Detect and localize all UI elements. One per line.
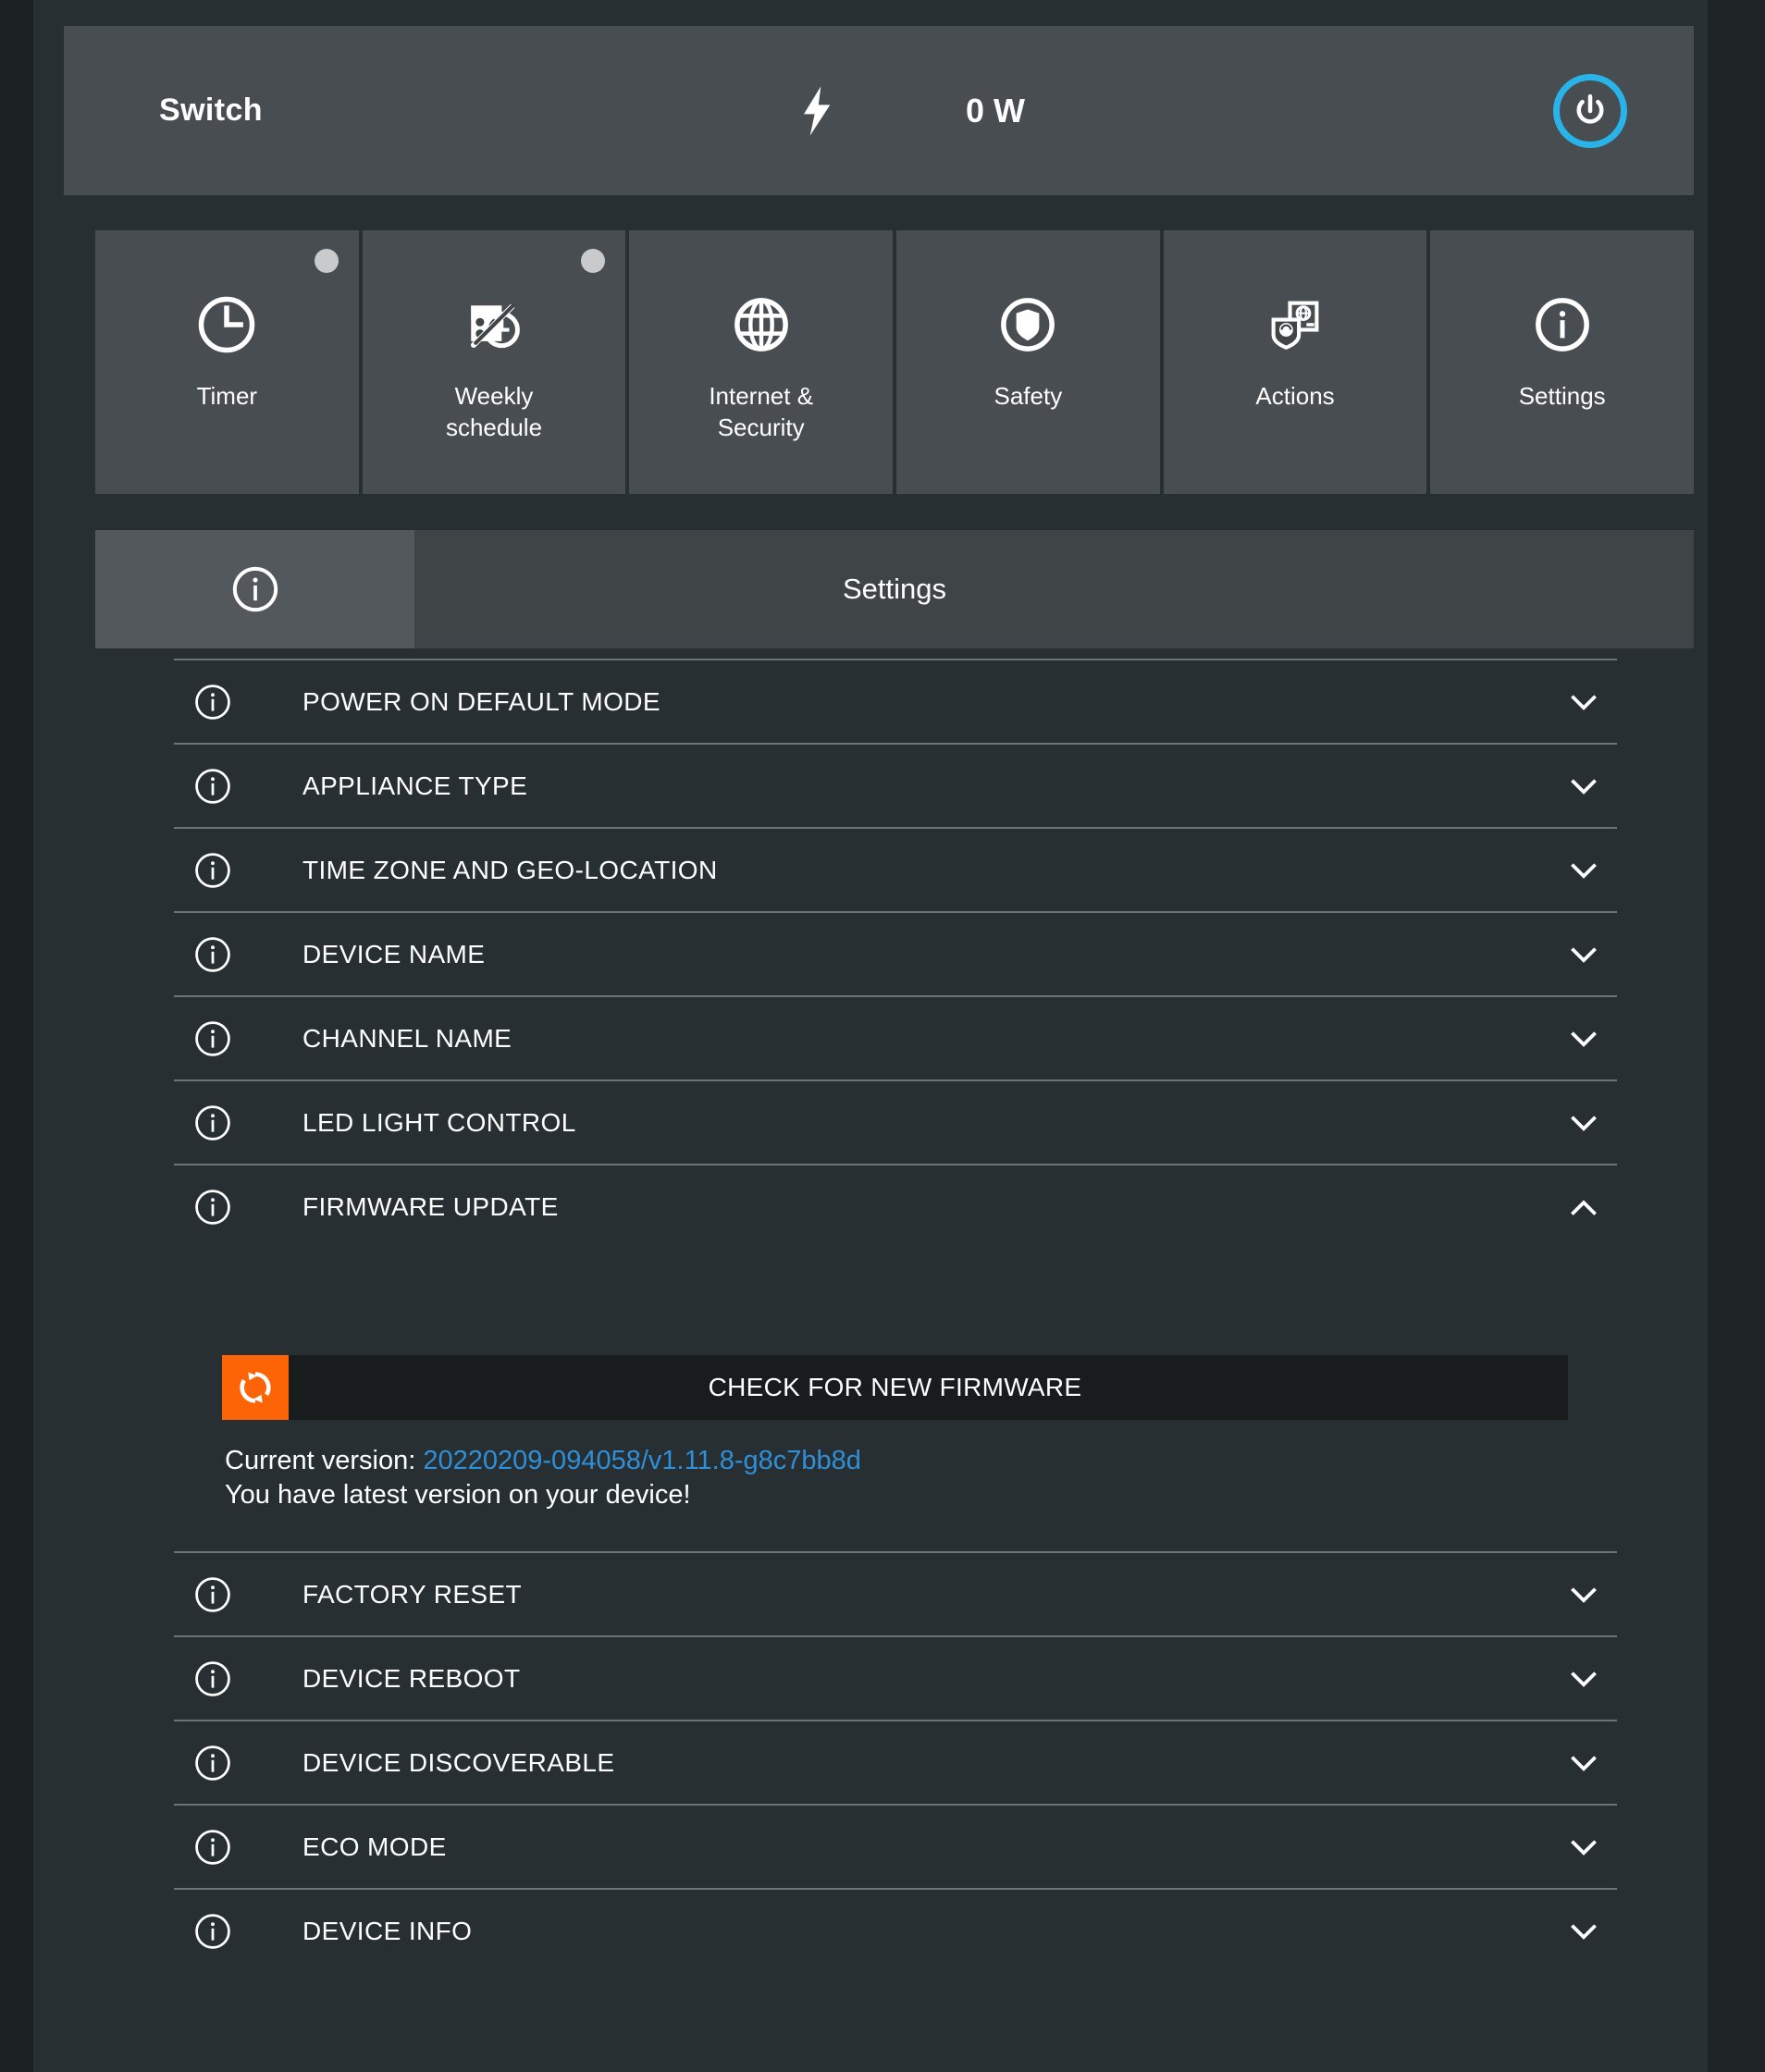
power-consumption-value: 0 W	[966, 91, 1026, 130]
settings-row-device-name[interactable]: DEVICE NAME	[174, 911, 1617, 995]
chevron-down-icon[interactable]	[1563, 1911, 1604, 1952]
tab-safety-label: Safety	[994, 382, 1063, 410]
power-icon	[1576, 93, 1604, 124]
right-gutter	[1708, 0, 1765, 2072]
info-icon	[174, 1018, 252, 1059]
tab-weekly-schedule[interactable]: Weekly schedule	[362, 230, 626, 494]
settings-row-label: CHANNEL NAME	[302, 1023, 512, 1053]
info-icon	[174, 1827, 252, 1868]
settings-row-time-zone-and-geo-location[interactable]: TIME ZONE AND GEO-LOCATION	[174, 827, 1617, 911]
switch-header-card: Switch 0 W	[64, 26, 1694, 195]
settings-row-label: FIRMWARE UPDATE	[302, 1191, 559, 1221]
tab-timer-badge	[314, 249, 339, 273]
settings-row-label: LED LIGHT CONTROL	[302, 1107, 576, 1137]
chevron-up-icon[interactable]	[1563, 1187, 1604, 1227]
tab-weekly-schedule-label: Weekly schedule	[445, 382, 543, 442]
chevron-down-icon[interactable]	[1563, 1574, 1604, 1615]
settings-header-title: Settings	[842, 573, 946, 605]
chevron-down-icon[interactable]	[1563, 1103, 1604, 1143]
switch-title: Switch	[159, 92, 263, 128]
info-icon	[1532, 291, 1593, 358]
settings-row-label: POWER ON DEFAULT MODE	[302, 686, 660, 716]
info-icon	[174, 1911, 252, 1952]
device-settings-screen: Switch 0 W Timer Weekly schedule Interne…	[0, 0, 1765, 2072]
settings-row-label: APPLIANCE TYPE	[302, 771, 528, 800]
info-icon	[174, 850, 252, 891]
check-for-new-firmware-button[interactable]: CHECK FOR NEW FIRMWARE	[222, 1355, 1568, 1420]
info-icon	[174, 766, 252, 807]
page-body: Switch 0 W Timer Weekly schedule Interne…	[33, 0, 1708, 2072]
settings-row-label: DEVICE DISCOVERABLE	[302, 1747, 615, 1777]
settings-row-device-discoverable[interactable]: DEVICE DISCOVERABLE	[174, 1720, 1617, 1804]
chevron-down-icon[interactable]	[1563, 766, 1604, 807]
info-icon	[174, 682, 252, 722]
info-icon	[174, 1574, 252, 1615]
chevron-down-icon[interactable]	[1563, 682, 1604, 722]
firmware-update-panel: CHECK FOR NEW FIRMWARE Current version: …	[174, 1355, 1617, 1551]
info-icon	[174, 1187, 252, 1227]
settings-header-info-button[interactable]	[95, 530, 414, 648]
globe-icon	[731, 291, 792, 358]
firmware-version-info: Current version: 20220209-094058/v1.11.8…	[225, 1444, 1617, 1512]
settings-row-factory-reset[interactable]: FACTORY RESET	[174, 1551, 1617, 1635]
refresh-icon	[222, 1355, 289, 1420]
firmware-status-text: You have latest version on your device!	[225, 1480, 691, 1511]
chevron-down-icon[interactable]	[1563, 1743, 1604, 1783]
info-icon	[174, 934, 252, 975]
settings-row-appliance-type[interactable]: APPLIANCE TYPE	[174, 743, 1617, 827]
settings-list: POWER ON DEFAULT MODE APPLIANCE TYPE TIM…	[174, 659, 1617, 1972]
firmware-panel-spacer	[174, 1512, 1617, 1551]
tab-internet-security[interactable]: Internet & Security	[629, 230, 894, 494]
chevron-down-icon[interactable]	[1563, 1018, 1604, 1059]
settings-row-label: DEVICE NAME	[302, 939, 486, 968]
chevron-down-icon[interactable]	[1563, 934, 1604, 975]
settings-row-device-info[interactable]: DEVICE INFO	[174, 1888, 1617, 1972]
actions-icon	[1265, 291, 1326, 358]
tab-settings[interactable]: Settings	[1430, 230, 1695, 494]
settings-section-header: Settings	[95, 530, 1694, 648]
settings-row-power-on-default-mode[interactable]: POWER ON DEFAULT MODE	[174, 659, 1617, 743]
settings-row-channel-name[interactable]: CHANNEL NAME	[174, 995, 1617, 1079]
settings-row-eco-mode[interactable]: ECO MODE	[174, 1804, 1617, 1888]
tab-actions[interactable]: Actions	[1163, 230, 1427, 494]
current-version-label: Current version:	[225, 1446, 416, 1475]
settings-row-label: FACTORY RESET	[302, 1579, 523, 1609]
shield-icon	[997, 291, 1058, 358]
settings-row-label: DEVICE INFO	[302, 1916, 473, 1945]
clock-icon	[196, 291, 257, 358]
settings-row-label: ECO MODE	[302, 1832, 447, 1861]
power-toggle-button[interactable]	[1553, 73, 1627, 148]
tab-actions-label: Actions	[1255, 382, 1335, 410]
tab-safety[interactable]: Safety	[896, 230, 1160, 494]
settings-row-led-light-control[interactable]: LED LIGHT CONTROL	[174, 1079, 1617, 1164]
tab-timer-label: Timer	[196, 382, 258, 410]
tab-weekly-schedule-badge	[581, 249, 606, 273]
settings-row-device-reboot[interactable]: DEVICE REBOOT	[174, 1635, 1617, 1720]
tab-settings-label: Settings	[1518, 382, 1606, 410]
left-gutter	[0, 0, 33, 2072]
feature-tabs: Timer Weekly schedule Internet & Securit…	[95, 230, 1695, 494]
tab-timer[interactable]: Timer	[95, 230, 359, 494]
tab-internet-security-label: Internet & Security	[709, 382, 814, 442]
info-icon	[229, 563, 281, 615]
current-version-value[interactable]: 20220209-094058/v1.11.8-g8c7bb8d	[423, 1446, 861, 1475]
info-icon	[174, 1659, 252, 1699]
chevron-down-icon[interactable]	[1563, 1827, 1604, 1868]
chevron-down-icon[interactable]	[1563, 1659, 1604, 1699]
info-icon	[174, 1743, 252, 1783]
info-icon	[174, 1103, 252, 1143]
chevron-down-icon[interactable]	[1563, 850, 1604, 891]
lightning-bolt-icon	[799, 85, 836, 137]
settings-row-label: DEVICE REBOOT	[302, 1663, 521, 1693]
check-for-new-firmware-label: CHECK FOR NEW FIRMWARE	[708, 1373, 1082, 1401]
schedule-disabled-icon	[463, 291, 525, 358]
settings-row-label: TIME ZONE AND GEO-LOCATION	[302, 855, 718, 884]
settings-row-firmware-update[interactable]: FIRMWARE UPDATE	[174, 1164, 1617, 1248]
